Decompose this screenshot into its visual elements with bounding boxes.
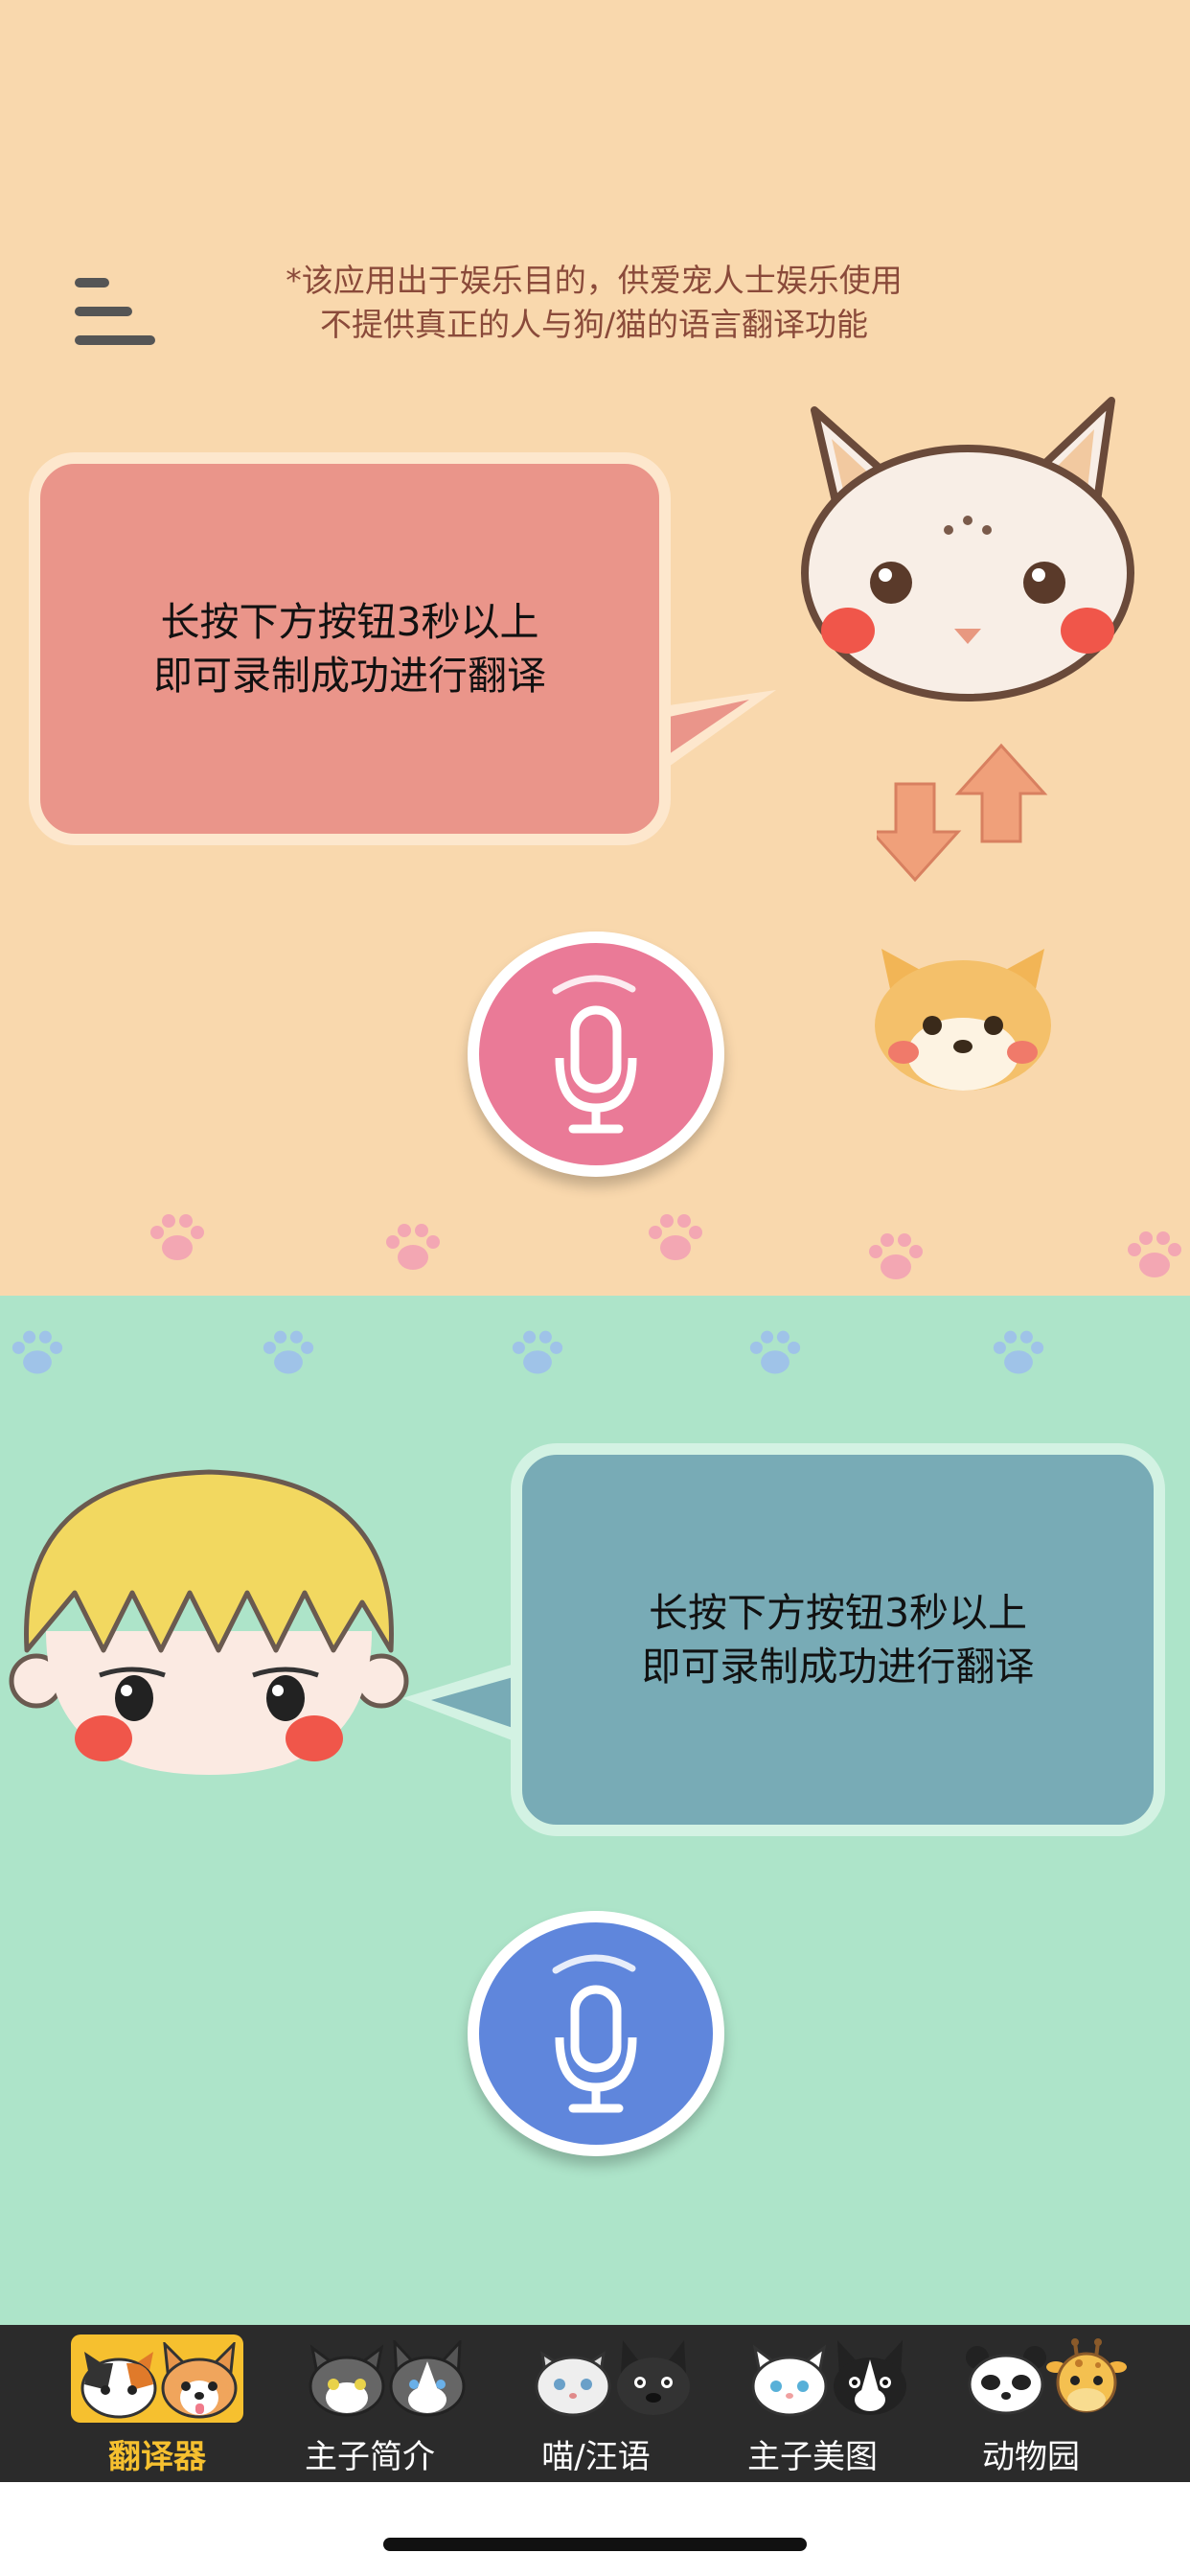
shiba-dog-face-icon [875,949,1051,1091]
tab-zoo[interactable]: 动物园 [926,2325,1136,2482]
tab-pet-gallery[interactable]: 主子美图 [707,2325,918,2482]
pet-instruction-bubble: 长按下方按钮3秒以上 即可录制成功进行翻译 [29,452,671,845]
paw-print-icon [993,1330,1044,1374]
paw-print-icon [1128,1231,1181,1277]
tab-translator-icons [46,2334,243,2425]
disclaimer-line-1: *该应用出于娱乐目的，供爱宠人士娱乐使用 [286,262,903,299]
tabby-cat-icon [309,2344,385,2417]
paw-print-icon [386,1224,440,1270]
husky-icon [389,2340,466,2417]
tab-pet-profile-label: 主子简介 [305,2438,435,2476]
tab-zoo-label: 动物园 [982,2438,1080,2476]
bottom-tab-bar: 翻译器 主子简介 喵/汪语 主子美图 动物园 [0,2325,1190,2482]
tab-zoo-icons [945,2338,1127,2425]
scottie-dog-icon [617,2340,690,2415]
persian-cat-icon [535,2350,611,2417]
pet-record-mic-button[interactable] [468,932,724,1177]
tab-translator-label: 翻译器 [108,2438,206,2476]
human-record-mic-button[interactable] [468,1911,724,2156]
tab-pet-profile[interactable]: 主子简介 [264,2325,475,2482]
tab-meow-woof-language[interactable]: 喵/汪语 [491,2325,701,2482]
tab-pet-gallery-icons [726,2338,906,2425]
paw-print-icon [869,1233,923,1279]
paw-print-icon [749,1330,801,1374]
home-indicator[interactable] [383,2538,807,2551]
human-speaker-panel: 长按下方按钮3秒以上 即可录制成功进行翻译 [0,1296,1190,2325]
human-instruction-bubble: 长按下方按钮3秒以上 即可录制成功进行翻译 [511,1443,1165,1836]
tab-pet-profile-icons [284,2338,466,2425]
boston-terrier-icon [834,2340,906,2415]
calico-cat-icon [80,2352,157,2419]
human-instruction-line-2: 即可录制成功进行翻译 [641,1644,1035,1690]
human-instruction-line-1: 长按下方按钮3秒以上 [648,1590,1028,1636]
giraffe-icon [1046,2338,1127,2413]
panda-icon [966,2346,1046,2415]
white-cat-icon [751,2344,828,2417]
pet-speaker-panel: *该应用出于娱乐目的，供爱宠人士娱乐使用 不提供真正的人与狗/猫的语言翻译功能 … [0,0,1190,1296]
bubble-tail-bottom [402,1660,527,1746]
disclaimer-line-2: 不提供真正的人与狗/猫的语言翻译功能 [319,306,869,343]
paw-print-icon [263,1330,314,1374]
paw-print-icon [150,1214,204,1260]
boy-face-icon [9,1469,409,1775]
tab-translator[interactable]: 翻译器 [27,2325,243,2482]
home-indicator-area [0,2482,1190,2576]
swap-arrows-icon [877,743,1048,883]
menu-icon[interactable] [67,268,163,355]
tab-pet-gallery-label: 主子美图 [747,2438,878,2476]
cat-face-icon [801,397,1134,702]
tab-meow-woof-icons [510,2338,690,2425]
pet-instruction-line-2: 即可录制成功进行翻译 [153,653,546,699]
paw-print-icon [512,1330,563,1374]
paw-print-icon [649,1214,702,1260]
tab-meow-woof-label: 喵/汪语 [541,2438,651,2476]
paw-print-icon [11,1330,63,1374]
pet-instruction-line-1: 长按下方按钮3秒以上 [160,599,539,645]
corgi-icon [161,2342,238,2419]
disclaimer-text: *该应用出于娱乐目的，供爱宠人士娱乐使用 不提供真正的人与狗/猫的语言翻译功能 [192,259,996,347]
